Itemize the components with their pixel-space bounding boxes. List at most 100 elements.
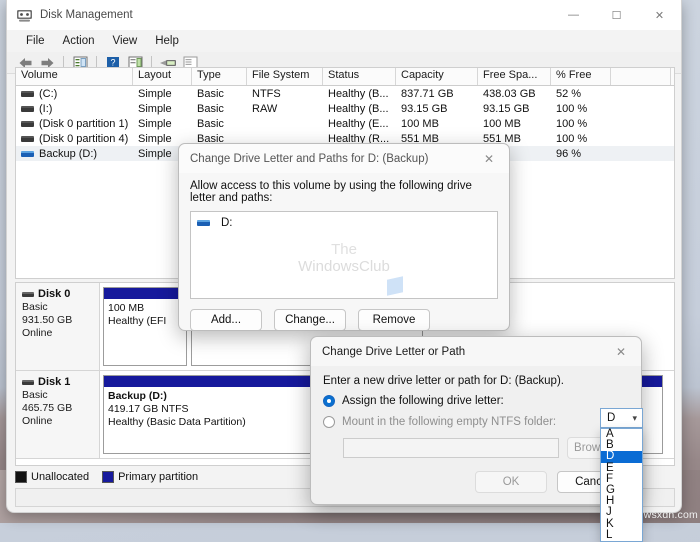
close-icon[interactable]: ✕ xyxy=(469,144,509,173)
column-header-volume[interactable]: Volume xyxy=(16,68,133,85)
legend-item-unallocated: Unallocated xyxy=(15,471,89,483)
menu-view[interactable]: View xyxy=(104,33,147,49)
window-title: Disk Management xyxy=(40,9,133,21)
cell-layout: Simple xyxy=(138,87,172,100)
column-header-status[interactable]: Status xyxy=(323,68,396,85)
menu-action[interactable]: Action xyxy=(54,33,104,49)
partition-text: 100 MB Healthy (EFI xyxy=(104,299,186,365)
cell-volume: (Disk 0 partition 1) xyxy=(16,118,133,130)
dropdown-option-selected[interactable]: D xyxy=(601,451,642,463)
dialog-body: Enter a new drive letter or path for D: … xyxy=(311,366,643,542)
cell-free-space: 438.03 GB xyxy=(483,87,536,100)
cell-layout: Simple xyxy=(138,102,172,115)
disk-type: Basic xyxy=(22,301,48,313)
table-row[interactable]: (Disk 0 partition 1) Simple Basic Health… xyxy=(16,116,674,131)
cell-volume-label: (Disk 0 partition 1) xyxy=(39,117,129,130)
cell-volume: (I:) xyxy=(16,103,133,115)
dropdown-option[interactable]: J xyxy=(601,506,642,518)
column-header-layout[interactable]: Layout xyxy=(133,68,192,85)
radio-mount-folder-icon[interactable] xyxy=(323,416,335,428)
disk-type: Basic xyxy=(22,389,48,401)
cell-free-space: 100 MB xyxy=(483,117,521,130)
menu-file[interactable]: File xyxy=(17,33,54,49)
cell-file-system: RAW xyxy=(252,102,278,115)
cell-capacity: 93.15 GB xyxy=(401,102,448,115)
cell-free-space: 93.15 GB xyxy=(483,102,530,115)
radio-assign-letter-icon[interactable] xyxy=(323,395,335,407)
dialog-title-bar: Change Drive Letter and Paths for D: (Ba… xyxy=(179,144,509,173)
dialog-description: Allow access to this volume by using the… xyxy=(190,180,472,204)
column-header-extra[interactable] xyxy=(611,68,671,85)
partition-size: 100 MB xyxy=(108,302,145,314)
disk-info-1[interactable]: Disk 1 Basic 465.75 GB Online xyxy=(16,371,100,458)
cell-percent-free: 100 % xyxy=(556,102,588,115)
table-row[interactable]: (I:) Simple Basic RAW Healthy (B... 93.1… xyxy=(16,101,674,116)
watermark-line-2: WindowsClub xyxy=(298,258,390,275)
drive-letter-dropdown[interactable]: A B D E F G H J K L xyxy=(600,428,643,542)
watermark-square-icon xyxy=(387,276,403,296)
list-item-label: D: xyxy=(221,217,233,229)
minimize-button[interactable]: — xyxy=(552,0,595,30)
cell-percent-free: 52 % xyxy=(556,87,582,100)
volume-list-header: Volume Layout Type File System Status Ca… xyxy=(16,68,674,86)
dialog-description: Enter a new drive letter or path for D: … xyxy=(323,375,564,387)
volume-icon xyxy=(21,120,34,127)
column-header-type[interactable]: Type xyxy=(192,68,247,85)
change-drive-letter-or-path-dialog: Change Drive Letter or Path ✕ Enter a ne… xyxy=(310,336,643,542)
dialog-title: Change Drive Letter or Path xyxy=(322,345,466,358)
menu-help[interactable]: Help xyxy=(146,33,188,49)
cell-layout: Simple xyxy=(138,117,172,130)
disk-size: 465.75 GB xyxy=(22,402,73,414)
table-row[interactable]: (C:) Simple Basic NTFS Healthy (B... 837… xyxy=(16,86,674,101)
disk-info-0[interactable]: Disk 0 Basic 931.50 GB Online xyxy=(16,283,100,370)
disk-name: Disk 1 xyxy=(22,376,99,388)
dropdown-option[interactable]: L xyxy=(601,529,642,541)
column-header-percent-free[interactable]: % Free xyxy=(551,68,611,85)
dropdown-option[interactable]: K xyxy=(601,518,642,530)
column-header-file-system[interactable]: File System xyxy=(247,68,323,85)
cell-percent-free: 100 % xyxy=(556,132,588,145)
change-button[interactable]: Change... xyxy=(274,309,346,330)
partition-status: Healthy (EFI xyxy=(108,315,167,327)
site-watermark: wsxdn.com xyxy=(643,509,698,521)
cell-volume-label: Backup (D:) xyxy=(39,147,98,160)
dialog-body: Allow access to this volume by using the… xyxy=(179,173,509,330)
partition-block[interactable]: 100 MB Healthy (EFI xyxy=(103,287,187,366)
disk-icon xyxy=(22,291,34,297)
maximize-button[interactable]: ☐ xyxy=(595,0,638,30)
cell-capacity: 100 MB xyxy=(401,117,439,130)
column-header-free-space[interactable]: Free Spa... xyxy=(478,68,551,85)
disk-name-label: Disk 1 xyxy=(38,376,71,388)
cell-percent-free: 96 % xyxy=(556,147,582,160)
disk-size: 931.50 GB xyxy=(22,314,73,326)
dialog-title: Change Drive Letter and Paths for D: (Ba… xyxy=(190,152,429,165)
partition-color-bar xyxy=(104,288,186,299)
volume-icon xyxy=(21,135,34,142)
dialog-title-bar: Change Drive Letter or Path ✕ xyxy=(311,337,641,366)
list-item[interactable]: D: xyxy=(197,217,491,229)
remove-button[interactable]: Remove xyxy=(358,309,430,330)
add-button[interactable]: Add... xyxy=(190,309,262,330)
watermark-line-1: The xyxy=(331,241,357,258)
cell-type: Basic xyxy=(197,87,224,100)
chevron-down-icon: ▾ xyxy=(632,412,637,423)
drive-letter-value: D xyxy=(607,412,616,424)
legend-item-primary: Primary partition xyxy=(102,471,198,483)
assign-letter-option[interactable]: Assign the following drive letter: xyxy=(323,395,629,407)
volume-icon xyxy=(21,105,34,112)
disk-name-label: Disk 0 xyxy=(38,288,71,300)
mount-folder-option[interactable]: Mount in the following empty NTFS folder… xyxy=(323,416,629,428)
title-bar: Disk Management — ☐ ✕ xyxy=(7,0,681,30)
window-controls: — ☐ ✕ xyxy=(552,0,681,30)
close-icon[interactable]: ✕ xyxy=(601,337,641,366)
column-header-capacity[interactable]: Capacity xyxy=(396,68,478,85)
close-button[interactable]: ✕ xyxy=(638,0,681,30)
ok-button[interactable]: OK xyxy=(475,471,547,493)
drive-paths-listbox[interactable]: D: The WindowsClub xyxy=(190,211,498,299)
legend-label-primary: Primary partition xyxy=(118,471,199,483)
disk-status: Online xyxy=(22,327,53,339)
cell-type: Basic xyxy=(197,102,224,115)
mount-folder-row: Browse... xyxy=(343,437,629,459)
mount-folder-input[interactable] xyxy=(343,438,559,458)
drive-letter-combobox[interactable]: D ▾ xyxy=(600,408,643,428)
